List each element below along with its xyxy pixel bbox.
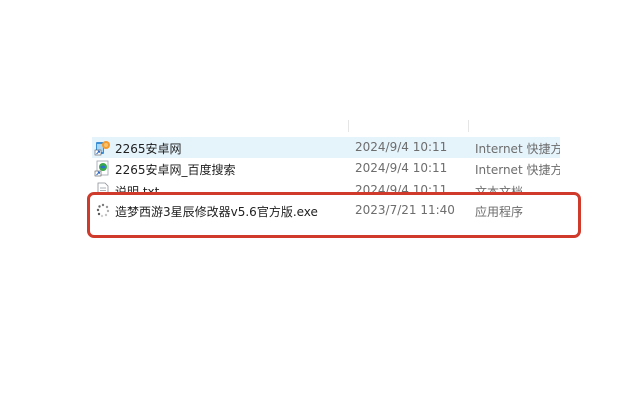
file-type: Internet 快捷方式 [475, 163, 560, 177]
file-name: 2265安卓网 [115, 142, 182, 156]
file-explorer-view: 2265安卓网 2024/9/4 10:11 Internet 快捷方式 226… [0, 0, 640, 400]
file-type: Internet 快捷方式 [475, 142, 560, 156]
file-row-2265-shortcut[interactable]: 2265安卓网 2024/9/4 10:11 Internet 快捷方式 [92, 137, 560, 158]
column-separator[interactable] [348, 120, 349, 132]
file-date: 2024/9/4 10:11 [355, 140, 448, 154]
file-name: 2265安卓网_百度搜索 [115, 163, 236, 177]
highlight-annotation [87, 192, 581, 238]
column-separator[interactable] [468, 120, 469, 132]
internet-shortcut-icon [94, 139, 112, 156]
file-date: 2024/9/4 10:11 [355, 161, 448, 175]
file-row-2265-baidu-shortcut[interactable]: 2265安卓网_百度搜索 2024/9/4 10:11 Internet 快捷方… [92, 158, 560, 179]
internet-shortcut-icon [94, 160, 112, 177]
